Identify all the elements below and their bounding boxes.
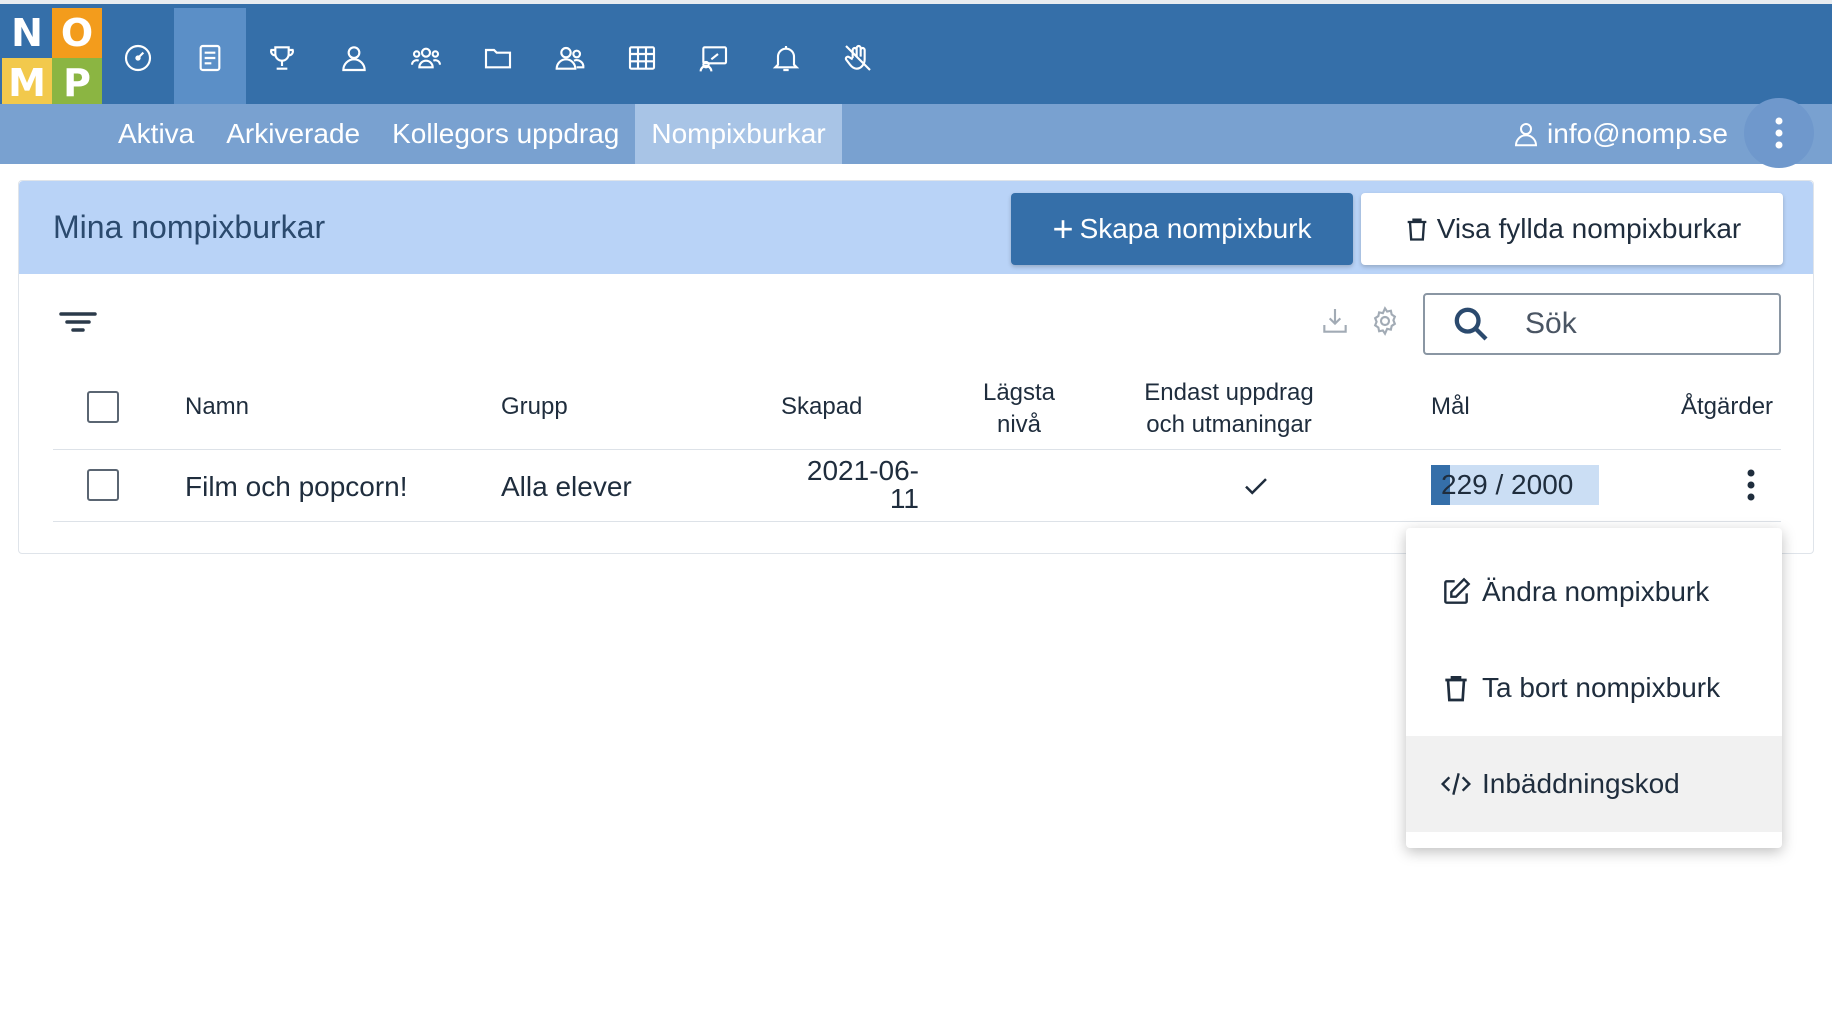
plus-icon: + [1052,208,1074,249]
cell-namn: Film och popcorn! [185,471,408,502]
trash-icon [1445,676,1467,702]
cell-skapad: 2021-06- 11 [759,457,919,513]
menu-item-embed-code[interactable]: Inbäddningskod [1406,736,1782,832]
nav-assignments[interactable] [174,8,246,108]
subnav-tabs: Aktiva Arkiverade Kollegors uppdrag Nomp… [102,104,842,164]
group-icon [410,47,442,69]
nav-students[interactable] [318,8,390,108]
more-vertical-icon [1747,469,1755,501]
edit-icon [1444,577,1471,604]
user-icon [1515,123,1538,147]
nav-groups[interactable] [390,8,462,108]
bell-icon [772,46,800,72]
logo-letter-n: N [2,8,52,58]
user-email: info@nomp.se [1547,118,1728,149]
column-header-mal[interactable]: Mål [1431,391,1470,423]
nav-hand-off[interactable] [822,8,894,108]
show-filled-label: Visa fyllda nompixburkar [1436,213,1742,244]
folder-icon [484,48,512,69]
logo-letter-m: M [2,58,52,108]
goal-progress-bar: 229 / 2000 [1431,465,1599,505]
logo-letter-p: P [52,58,102,108]
nav-presentation[interactable] [678,8,750,108]
tab-arkiverade[interactable]: Arkiverade [210,104,376,164]
top-more-button[interactable] [1744,98,1814,168]
create-button-label: Skapa nompixburk [1079,213,1312,244]
menu-item-edit[interactable]: Ändra nompixburk [1406,544,1782,640]
column-header-lagsta-line1: Lägsta [982,379,1056,406]
nompixburkar-card: Mina nompixburkar + Skapa nompixburk Vis… [18,180,1814,554]
presentation-icon [699,46,728,72]
search-field [1423,293,1781,355]
checkmark-icon [1245,478,1267,495]
grid-table-icon [628,46,656,70]
table-row-divider [53,521,1781,522]
column-header-skapad[interactable]: Skapad [781,391,862,423]
nav-folders[interactable] [462,8,534,108]
sub-navbar: Aktiva Arkiverade Kollegors uppdrag Nomp… [0,98,1832,168]
cell-skapad-line1: 2021-06- [806,455,919,486]
cell-grupp: Alla elever [501,471,632,502]
row-checkbox[interactable] [87,469,119,501]
tab-kollegors-uppdrag[interactable]: Kollegors uppdrag [376,104,635,164]
user-account-link[interactable]: info@nomp.se [1511,104,1728,164]
column-header-namn[interactable]: Namn [185,391,249,423]
nav-grid[interactable] [606,8,678,108]
menu-item-delete[interactable]: Ta bort nompixburk [1406,640,1782,736]
top-navbar: N O M P [0,0,1832,108]
notebook-icon [199,44,221,72]
nav-challenges[interactable] [246,8,318,108]
people-icon [555,46,585,70]
column-header-lagsta-niva[interactable]: Lägsta nivå [939,377,1099,441]
search-input[interactable] [1523,306,1747,342]
tab-nompixburkar[interactable]: Nompixburkar [635,104,842,164]
cell-skapad-line2: 11 [889,483,919,514]
table-header-divider [53,449,1781,450]
row-actions-menu: Ändra nompixburk Ta bort nompixburk Inbä… [1406,528,1782,848]
filter-icon[interactable] [57,301,99,343]
hand-off-icon [844,44,871,71]
trash-icon [1407,218,1427,241]
search-icon [1454,307,1488,341]
column-header-lagsta-line2: nivå [996,411,1042,438]
nav-notifications[interactable] [750,8,822,108]
column-header-endast-line1: Endast uppdrag [1144,379,1314,406]
tab-aktiva[interactable]: Aktiva [102,104,210,164]
create-nompixburk-button[interactable]: + Skapa nompixburk [1011,193,1353,265]
column-header-endast-line2: och utmaningar [1146,411,1312,438]
speedometer-icon [124,44,152,72]
main-nav-icons [102,8,894,108]
show-filled-button[interactable]: Visa fyllda nompixburkar [1361,193,1783,265]
gear-icon[interactable] [1369,305,1401,337]
menu-item-delete-label: Ta bort nompixburk [1482,672,1721,703]
column-header-endast-uppdrag[interactable]: Endast uppdrag och utmaningar [1119,377,1339,441]
goal-progress-text: 229 / 2000 [1441,469,1574,500]
download-icon[interactable] [1319,305,1351,337]
card-header: Mina nompixburkar + Skapa nompixburk Vis… [19,181,1813,274]
logo-letter-o: O [52,8,102,58]
column-header-atgarder: Åtgärder [1681,393,1774,420]
menu-item-edit-label: Ändra nompixburk [1482,576,1710,607]
page-title: Mina nompixburkar [53,209,326,245]
menu-item-embed-label: Inbäddningskod [1482,768,1680,799]
nomp-logo[interactable]: N O M P [2,8,102,108]
select-all-checkbox[interactable] [87,391,119,423]
trophy-icon [270,46,294,70]
nav-dashboard[interactable] [102,8,174,108]
column-header-grupp[interactable]: Grupp [501,391,568,423]
person-icon [342,46,366,72]
nav-colleagues[interactable] [534,8,606,108]
row-actions-button[interactable] [1731,465,1771,505]
code-icon [1440,773,1472,795]
more-vertical-icon [1775,117,1783,149]
